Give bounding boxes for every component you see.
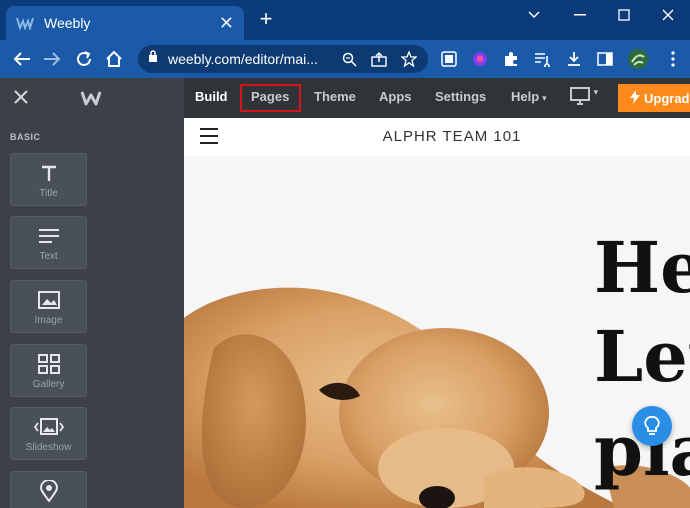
site-title[interactable]: ALPHR TEAM 101	[184, 128, 690, 145]
element-tile-map[interactable]	[10, 471, 87, 508]
browser-menu-icon[interactable]	[664, 50, 682, 68]
monitor-icon	[570, 87, 590, 105]
tile-label: Slideshow	[25, 442, 72, 453]
side-panel-icon[interactable]	[596, 50, 614, 68]
site-preview-canvas[interactable]: ALPHR TEAM 101 He Le pl	[184, 118, 690, 508]
share-icon[interactable]	[370, 50, 388, 68]
home-icon[interactable]	[104, 49, 124, 69]
weebly-favicon-icon	[16, 14, 34, 32]
text-icon	[11, 225, 86, 247]
nav-apps[interactable]: Apps	[379, 89, 412, 104]
zoom-icon[interactable]	[340, 50, 358, 68]
lightbulb-icon	[644, 416, 660, 435]
lock-icon	[148, 50, 158, 68]
help-lightbulb-button[interactable]	[632, 406, 672, 446]
media-queue-icon[interactable]	[533, 50, 551, 68]
hero-line-1[interactable]: Hey	[594, 233, 690, 303]
minimize-icon[interactable]	[568, 6, 592, 24]
lightning-icon	[630, 89, 640, 107]
element-tile-text[interactable]: Text	[10, 216, 87, 269]
back-arrow-icon[interactable]	[12, 49, 32, 69]
nav-theme[interactable]: Theme	[314, 89, 356, 104]
tile-label: Gallery	[32, 379, 65, 390]
tab-title: Weebly	[44, 15, 91, 31]
tab-search-chevron-icon[interactable]	[522, 6, 546, 24]
chevron-down-icon: ▾	[542, 93, 547, 103]
site-header: ALPHR TEAM 101	[184, 118, 690, 156]
gallery-icon	[11, 353, 86, 375]
element-tile-image[interactable]: Image	[10, 280, 87, 333]
nav-help[interactable]: Help ▾	[511, 89, 547, 104]
upgrade-button[interactable]: Upgrad	[618, 84, 690, 112]
title-icon	[11, 162, 86, 184]
new-tab-button[interactable]: +	[256, 8, 276, 30]
extension-screenshot-icon[interactable]	[440, 50, 458, 68]
address-bar[interactable]: weebly.com/editor/mai...	[138, 45, 428, 73]
browser-toolbar: weebly.com/editor/mai...	[0, 40, 690, 78]
device-preview-button[interactable]: ▾	[570, 87, 598, 108]
image-icon	[11, 289, 86, 311]
reload-icon[interactable]	[74, 49, 94, 69]
chevron-down-icon: ▾	[593, 87, 599, 97]
section-label: BASIC	[10, 132, 41, 142]
weebly-logo-icon[interactable]	[80, 87, 102, 109]
maximize-icon[interactable]	[612, 6, 636, 24]
extensions-puzzle-icon[interactable]	[502, 50, 520, 68]
download-icon[interactable]	[565, 50, 583, 68]
nav-help-label: Help	[511, 89, 540, 104]
tile-label: Text	[39, 251, 58, 262]
close-editor-icon[interactable]	[12, 88, 30, 106]
slideshow-icon	[11, 416, 86, 438]
extension-colorful-icon[interactable]	[471, 50, 489, 68]
element-tile-gallery[interactable]: Gallery	[10, 344, 87, 397]
tile-label: Image	[34, 315, 63, 326]
element-tile-slideshow[interactable]: Slideshow	[10, 407, 87, 460]
profile-avatar-icon[interactable]	[627, 48, 649, 70]
window-close-icon[interactable]	[656, 6, 680, 24]
tab-close-icon[interactable]: ✕	[219, 14, 234, 32]
map-pin-icon	[11, 480, 86, 502]
browser-tab[interactable]: Weebly ✕	[6, 6, 244, 40]
nav-settings[interactable]: Settings	[435, 89, 486, 104]
tile-label: Title	[39, 188, 58, 199]
nav-build[interactable]: Build	[195, 89, 228, 104]
element-tile-title[interactable]: Title	[10, 153, 87, 206]
browser-tab-bar: Weebly ✕ +	[0, 0, 690, 40]
upgrade-label: Upgrad	[644, 90, 690, 106]
url-text: weebly.com/editor/mai...	[168, 51, 318, 67]
pages-highlight-box	[240, 84, 301, 112]
hero-line-2[interactable]: Let	[594, 322, 690, 392]
bookmark-star-icon[interactable]	[400, 50, 418, 68]
elements-panel: BASIC Title Text Image Gallery Slideshow	[0, 118, 184, 508]
forward-arrow-icon[interactable]	[42, 49, 62, 69]
editor-top-bar: Build Pages Theme Apps Settings Help ▾ ▾	[0, 78, 690, 118]
